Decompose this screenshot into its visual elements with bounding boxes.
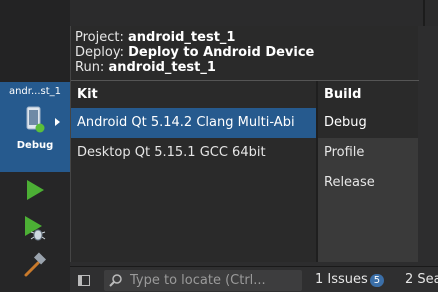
- project-label: Project:: [75, 30, 124, 45]
- project-value: android_test_1: [128, 30, 236, 45]
- kit-item-desktop[interactable]: Desktop Qt 5.15.1 GCC 64bit: [71, 138, 316, 168]
- search-icon: [109, 274, 122, 287]
- editor-toolbar: [70, 0, 438, 26]
- target-name: andr...st_1: [8, 86, 62, 97]
- run-button[interactable]: [20, 175, 50, 205]
- locator-input[interactable]: Type to locate (Ctrl...: [104, 270, 302, 291]
- kit-list: Android Qt 5.14.2 Clang Multi-Abi Deskto…: [71, 108, 316, 168]
- play-icon: [27, 180, 44, 200]
- issues-tab-label: 1 Issues: [315, 272, 368, 287]
- mode-selector-area: [0, 0, 70, 82]
- deploy-label: Deploy:: [75, 45, 124, 60]
- issues-tab[interactable]: 1 Issues 5: [315, 272, 385, 287]
- toolbar-divider: [423, 0, 425, 26]
- build-config-label: Debug: [16, 140, 54, 151]
- kit-selector-popup: Project: android_test_1 Deploy: Deploy t…: [70, 26, 419, 262]
- hammer-icon: [24, 252, 47, 277]
- kit-target-selector[interactable]: andr...st_1 Debug: [0, 82, 70, 172]
- chevron-right-icon: [55, 118, 60, 126]
- kit-column-header: Kit: [77, 87, 98, 102]
- status-bar: Type to locate (Ctrl... 1 Issues 5 2 Sea: [70, 266, 438, 292]
- build-item-profile[interactable]: Profile: [318, 138, 418, 168]
- build-button[interactable]: [20, 250, 50, 280]
- build-item-debug[interactable]: Debug: [318, 108, 418, 138]
- mode-sidebar: andr...st_1 Debug: [0, 0, 70, 292]
- build-column-header: Build: [324, 87, 362, 102]
- sidebar-toggle-icon[interactable]: [78, 275, 90, 286]
- debug-button[interactable]: [20, 213, 50, 243]
- project-info: Project: android_test_1 Deploy: Deploy t…: [75, 30, 314, 75]
- build-item-release[interactable]: Release: [318, 168, 418, 198]
- issues-count-badge: 5: [369, 274, 385, 287]
- run-label: Run:: [75, 60, 105, 75]
- deploy-value: Deploy to Android Device: [128, 45, 315, 60]
- header-divider: [71, 80, 419, 81]
- play-bug-icon: [25, 216, 46, 241]
- locator-placeholder: Type to locate (Ctrl...: [130, 273, 266, 288]
- android-device-icon: [26, 106, 45, 133]
- run-value: android_test_1: [108, 60, 216, 75]
- build-list: Debug Profile Release: [318, 108, 418, 262]
- kit-item-android[interactable]: Android Qt 5.14.2 Clang Multi-Abi: [71, 108, 316, 138]
- search-results-tab[interactable]: 2 Sea: [405, 272, 438, 287]
